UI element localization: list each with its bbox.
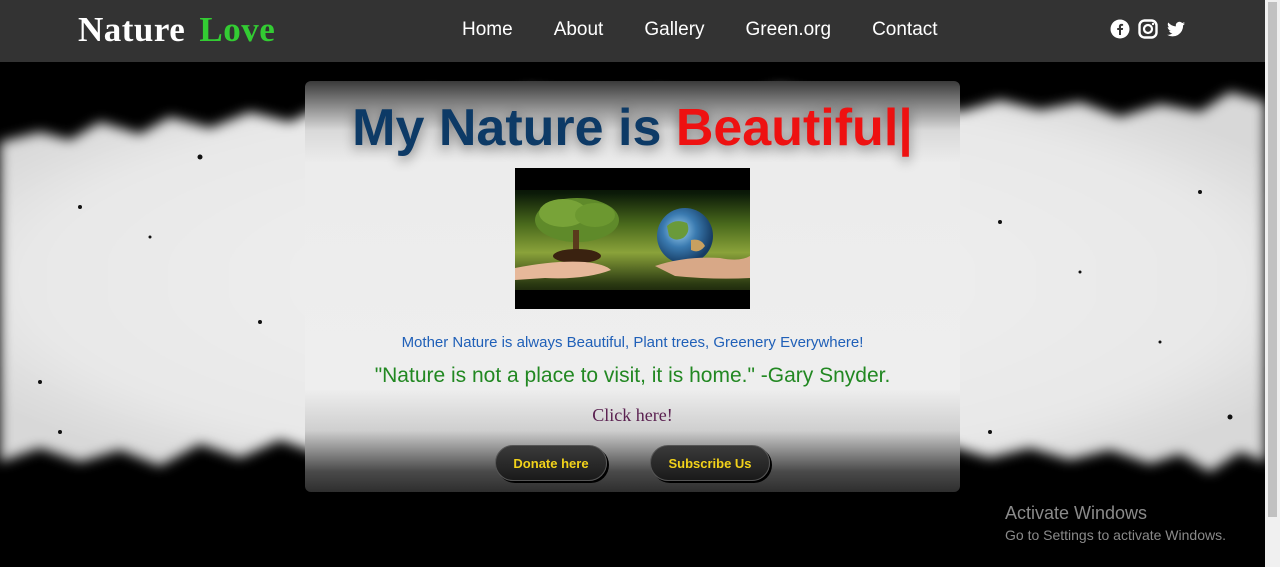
nav-links: Home About Gallery Green.org Contact	[462, 19, 979, 41]
nav-green-org[interactable]: Green.org	[746, 19, 832, 41]
click-here-link[interactable]: Click here!	[305, 405, 960, 426]
brand-word-2: Love	[199, 10, 276, 49]
brand-word-1: Nature	[78, 10, 186, 49]
nav-about[interactable]: About	[554, 19, 604, 41]
windows-activation-watermark: Activate Windows Go to Settings to activ…	[1005, 503, 1226, 543]
subscribe-button[interactable]: Subscribe Us	[650, 445, 770, 481]
typing-cursor: |	[898, 99, 913, 157]
hero-quote: "Nature is not a place to visit, it is h…	[374, 364, 891, 387]
nav-home[interactable]: Home	[462, 19, 513, 41]
navbar: Nature Love Home About Gallery Green.org …	[0, 0, 1265, 62]
hero-tagline: Mother Nature is always Beautiful, Plant…	[401, 334, 864, 351]
scrollbar-thumb[interactable]	[1268, 2, 1277, 517]
brand-logo[interactable]: Nature Love	[78, 10, 275, 50]
social-links	[1110, 19, 1186, 39]
watermark-title: Activate Windows	[1005, 503, 1148, 523]
headline-part-2: Beautiful	[675, 99, 899, 157]
donate-button[interactable]: Donate here	[495, 445, 607, 481]
nav-contact[interactable]: Contact	[872, 19, 937, 41]
instagram-icon[interactable]	[1138, 19, 1158, 39]
watermark-subtitle: Go to Settings to activate Windows.	[1005, 527, 1226, 543]
hero-headline: My Nature is Beautiful|	[305, 98, 960, 158]
headline-part-1: My Nature is	[352, 99, 676, 157]
nature-earth-image	[515, 168, 750, 309]
twitter-icon[interactable]	[1166, 19, 1186, 39]
hero-card: My Nature is Beautiful| Mother Nature is…	[305, 81, 960, 492]
nav-gallery[interactable]: Gallery	[644, 19, 704, 41]
vertical-scrollbar[interactable]	[1265, 0, 1280, 567]
facebook-icon[interactable]	[1110, 19, 1130, 39]
